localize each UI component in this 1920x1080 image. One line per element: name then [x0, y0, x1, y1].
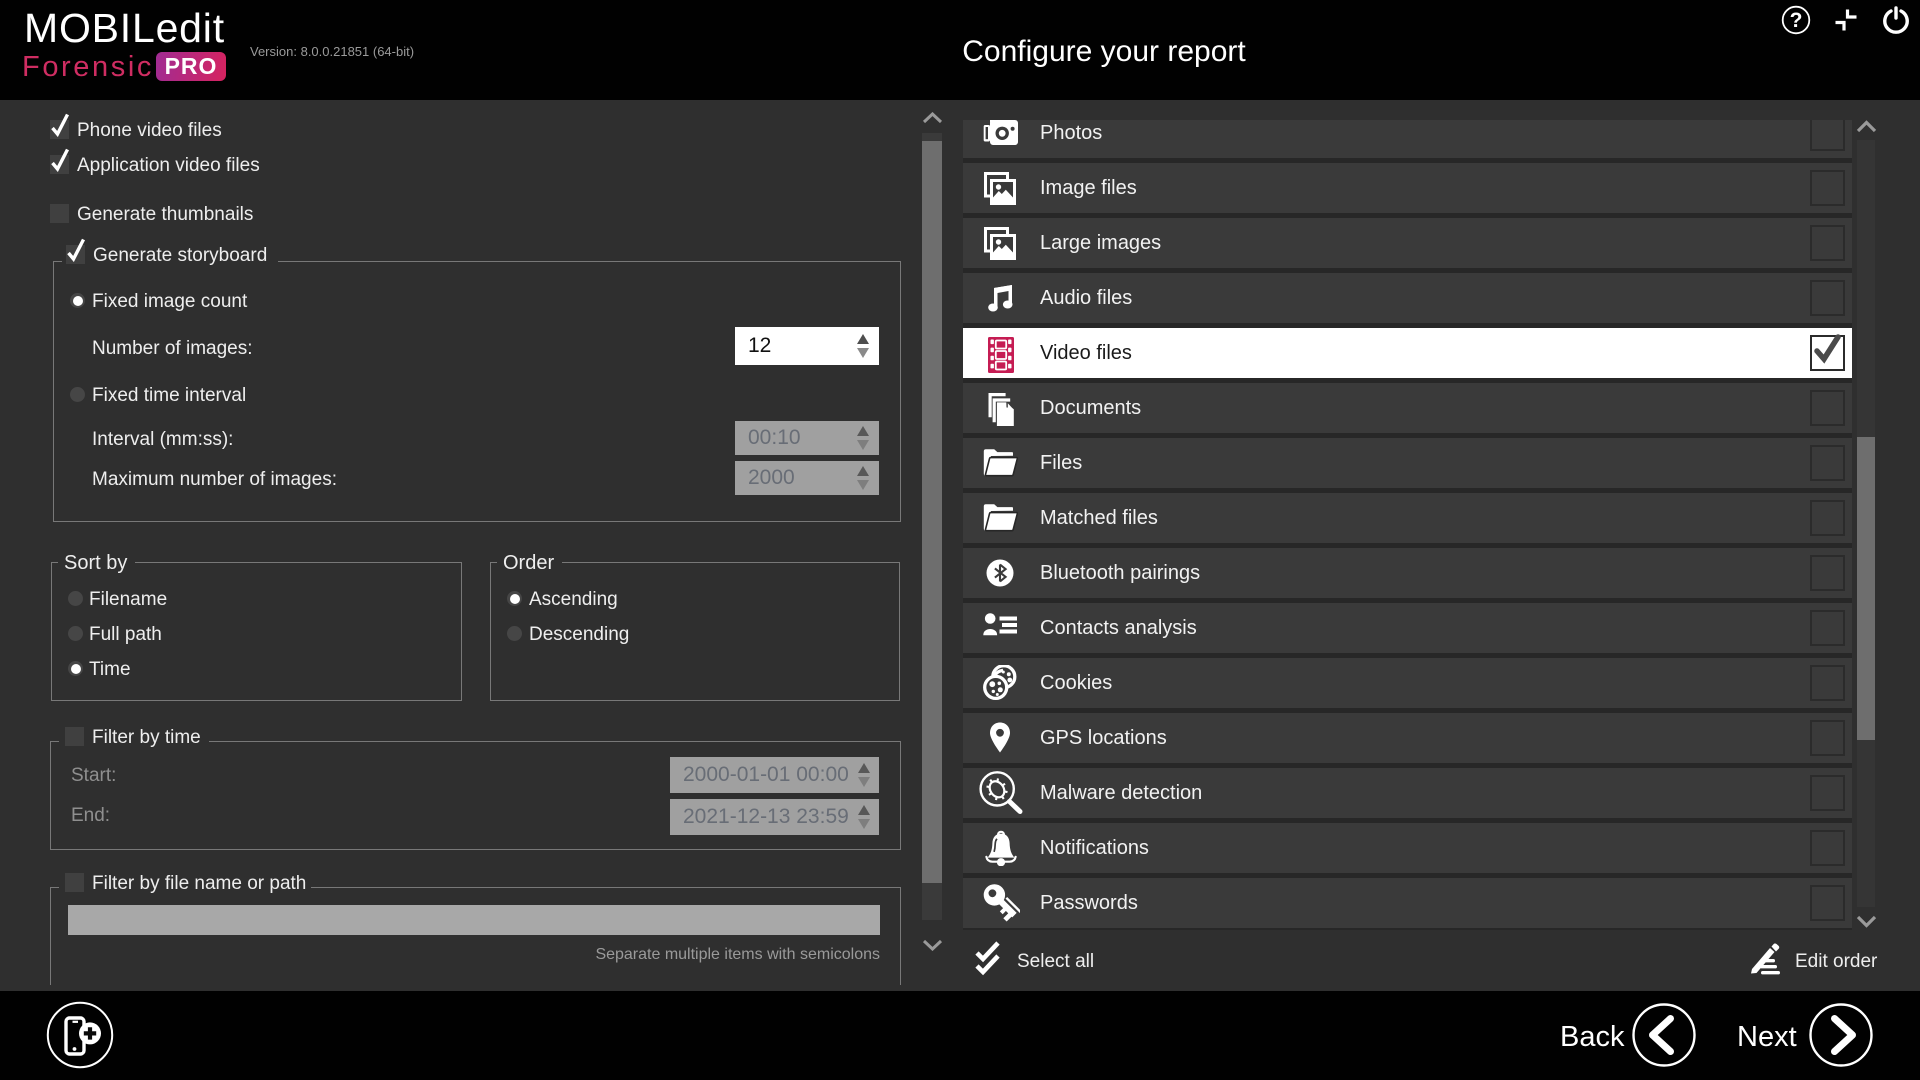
svg-text:?: ?: [1790, 9, 1803, 32]
